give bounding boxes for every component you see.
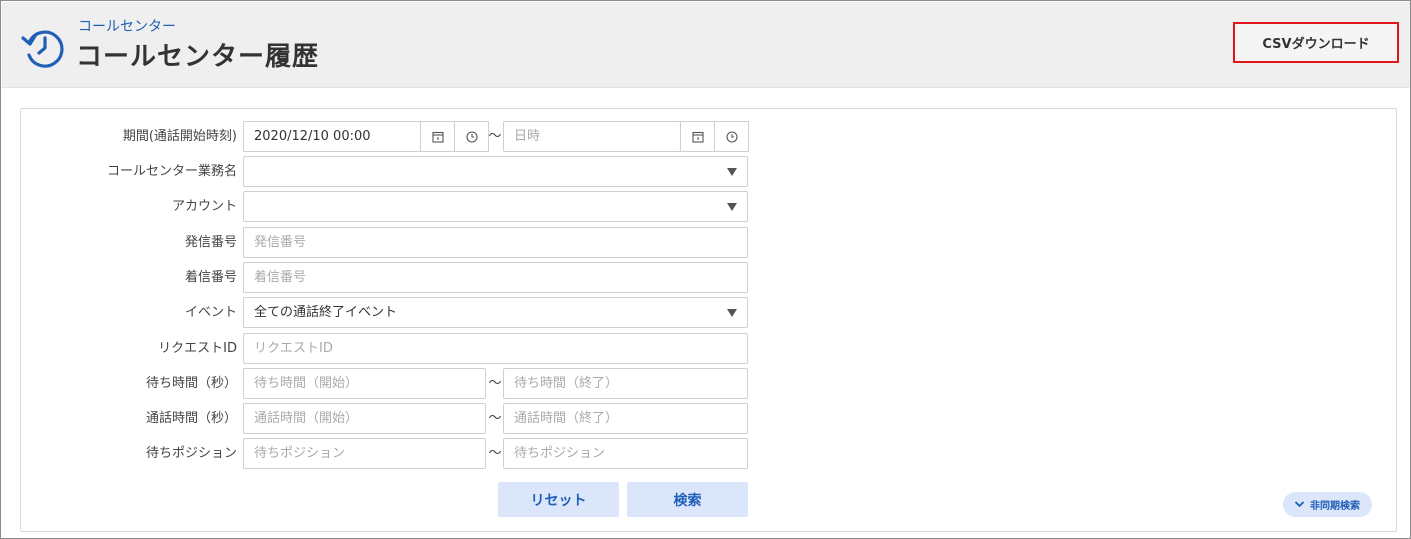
business-row: コールセンター業務名 <box>21 156 781 187</box>
request-id-row: リクエストID リクエストID <box>21 333 781 364</box>
async-search-button[interactable]: 非同期検索 <box>1283 492 1372 517</box>
caller-label: 発信番号 <box>184 235 237 250</box>
breadcrumb[interactable]: コールセンター <box>78 16 176 36</box>
request-id-input[interactable]: リクエストID <box>243 333 748 364</box>
history-icon <box>21 30 64 68</box>
caller-input[interactable]: 発信番号 <box>243 227 748 258</box>
calendar-glyph-icon <box>431 131 444 143</box>
search-panel: 期間(通話開始時刻) 2020/12/10 00:00 ～ 日時 コールセンター… <box>20 108 1397 532</box>
chevron-down-icon <box>1295 501 1304 507</box>
chevron-down-icon <box>727 309 737 317</box>
caller-row: 発信番号 発信番号 <box>21 227 781 258</box>
event-row: イベント 全ての通話終了イベント <box>21 297 781 328</box>
page-header: コールセンター コールセンター履歴 CSVダウンロード <box>2 2 1410 88</box>
search-button[interactable]: 検索 <box>627 482 748 517</box>
wait-position-start-input[interactable]: 待ちポジション <box>243 438 486 469</box>
account-label: アカウント <box>171 199 237 214</box>
calendar-icon[interactable] <box>680 121 715 152</box>
page-frame: コールセンター コールセンター履歴 CSVダウンロード 期間(通話開始時刻) 2… <box>0 0 1411 539</box>
callee-input[interactable]: 着信番号 <box>243 262 748 293</box>
wait-time-start-input[interactable]: 待ち時間（開始） <box>243 368 486 399</box>
clock-glyph-icon <box>465 130 478 143</box>
wait-time-row: 待ち時間（秒） 待ち時間（開始） ～ 待ち時間（終了） <box>21 368 781 399</box>
chevron-down-icon <box>727 203 737 211</box>
clock-icon[interactable] <box>454 121 489 152</box>
clock-glyph-icon <box>725 130 738 143</box>
callee-row: 着信番号 着信番号 <box>21 262 781 293</box>
wait-time-end-input[interactable]: 待ち時間（終了） <box>503 368 748 399</box>
period-row: 期間(通話開始時刻) 2020/12/10 00:00 ～ 日時 <box>21 121 781 152</box>
calendar-icon[interactable] <box>420 121 455 152</box>
wait-time-separator: ～ <box>488 376 502 391</box>
calendar-glyph-icon <box>691 131 704 143</box>
clock-icon[interactable] <box>714 121 749 152</box>
business-label: コールセンター業務名 <box>106 164 237 179</box>
event-select[interactable]: 全ての通話終了イベント <box>243 297 748 328</box>
talk-time-end-input[interactable]: 通話時間（終了） <box>503 403 748 434</box>
csv-download-button[interactable]: CSVダウンロード <box>1233 22 1399 63</box>
business-select[interactable] <box>243 156 748 187</box>
wait-position-label: 待ちポジション <box>145 446 237 461</box>
reset-button[interactable]: リセット <box>498 482 619 517</box>
callee-label: 着信番号 <box>184 270 237 285</box>
account-select[interactable] <box>243 191 748 222</box>
wait-position-row: 待ちポジション 待ちポジション ～ 待ちポジション <box>21 438 781 469</box>
async-search-label: 非同期検索 <box>1310 501 1360 512</box>
event-value: 全ての通話終了イベント <box>254 305 398 320</box>
period-start-input[interactable]: 2020/12/10 00:00 <box>243 121 421 152</box>
period-label: 期間(通話開始時刻) <box>122 129 237 144</box>
talk-time-separator: ～ <box>488 411 502 426</box>
request-id-label: リクエストID <box>158 341 237 356</box>
talk-time-row: 通話時間（秒） 通話時間（開始） ～ 通話時間（終了） <box>21 403 781 434</box>
wait-time-label: 待ち時間（秒） <box>145 376 237 391</box>
event-label: イベント <box>184 305 237 320</box>
talk-time-label: 通話時間（秒） <box>145 411 237 426</box>
chevron-down-icon <box>727 168 737 176</box>
period-separator: ～ <box>488 129 502 144</box>
talk-time-start-input[interactable]: 通話時間（開始） <box>243 403 486 434</box>
period-end-input[interactable]: 日時 <box>503 121 681 152</box>
wait-position-separator: ～ <box>488 446 502 461</box>
wait-position-end-input[interactable]: 待ちポジション <box>503 438 748 469</box>
page-title: コールセンター履歴 <box>76 42 320 72</box>
account-row: アカウント <box>21 191 781 222</box>
